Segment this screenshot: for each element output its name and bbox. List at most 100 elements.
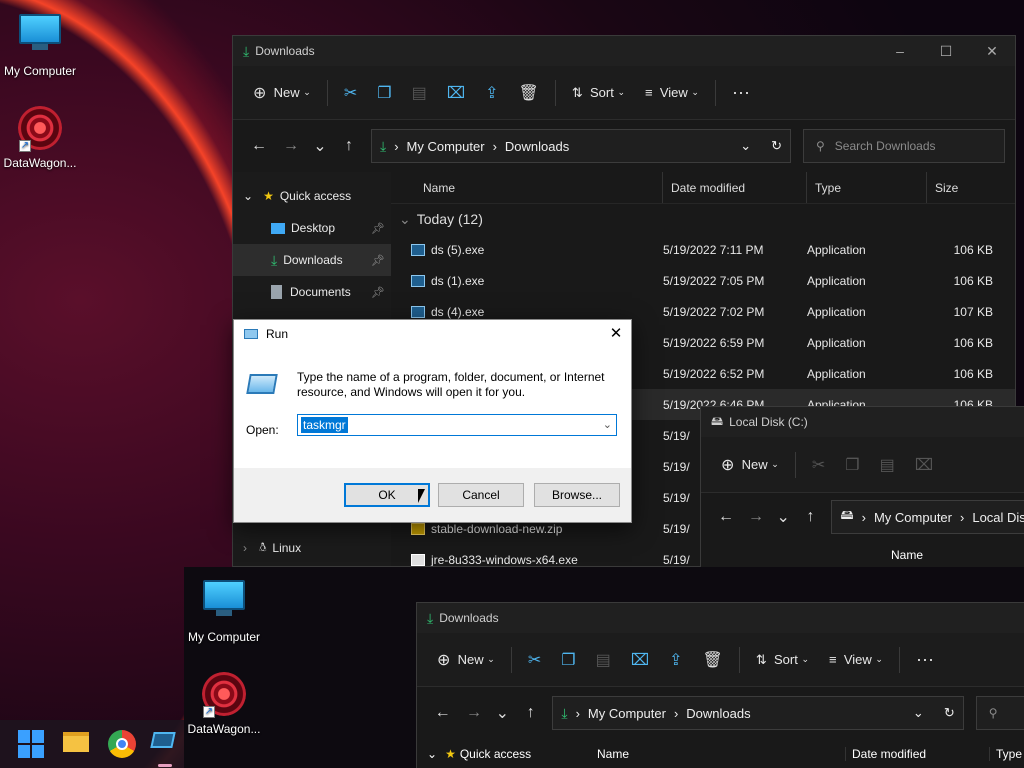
- copy-button[interactable]: ❐: [367, 76, 401, 110]
- breadcrumb-item[interactable]: Downloads: [686, 706, 750, 721]
- sidebar-item-documents[interactable]: Documents 📌︎: [233, 276, 391, 308]
- recent-chevron-icon[interactable]: ⌄: [490, 703, 515, 723]
- file-row[interactable]: ds (1).exe 5/19/2022 7:05 PM Application 10…: [391, 265, 1015, 296]
- open-combobox[interactable]: taskmgr ⌄: [297, 414, 617, 436]
- chevron-down-icon: ⌄: [243, 189, 254, 203]
- breadcrumb-item[interactable]: My Computer: [407, 139, 485, 154]
- new-label: New: [457, 652, 484, 667]
- up-arrow-icon[interactable]: ↑: [515, 704, 546, 722]
- rename-button[interactable]: ⌧: [621, 643, 659, 677]
- drive-icon: 🖴︎: [840, 507, 854, 522]
- mouse-cursor-icon: [418, 489, 425, 503]
- cut-button[interactable]: ✂: [518, 643, 551, 677]
- download-icon: ⤓: [380, 137, 387, 154]
- titlebar[interactable]: ⤓ Downloads: [417, 603, 1024, 633]
- paste-button[interactable]: ▤: [870, 448, 905, 482]
- search-input[interactable]: ⚲ Search Downloads: [803, 129, 1005, 163]
- titlebar[interactable]: ⤓ Downloads – ☐ ✕: [233, 36, 1015, 66]
- column-header-size[interactable]: Size: [927, 172, 997, 203]
- cut-button[interactable]: ✂: [334, 76, 367, 110]
- more-options-button[interactable]: ···: [722, 76, 760, 110]
- file-icon: [411, 305, 425, 318]
- close-icon[interactable]: ✕: [969, 36, 1015, 66]
- titlebar[interactable]: 🖴︎ Local Disk (C:): [701, 407, 1024, 437]
- breadcrumb-item[interactable]: My Computer: [588, 706, 666, 721]
- new-button[interactable]: ⊕ New ⌄: [243, 76, 321, 110]
- file-row[interactable]: ds (5).exe 5/19/2022 7:11 PM Application 10…: [391, 234, 1015, 265]
- datawagon-logo-icon: ↗: [17, 106, 63, 152]
- breadcrumb-item[interactable]: Local Dis: [972, 510, 1024, 525]
- share-button[interactable]: ⇪: [659, 643, 692, 677]
- desktop-icon-my-computer[interactable]: My Computer: [0, 10, 80, 78]
- forward-arrow-icon[interactable]: →: [275, 137, 307, 155]
- new-button[interactable]: ⊕ New ⌄: [711, 448, 789, 482]
- address-bar[interactable]: ⤓ › My Computer › Downloads ⌄ ↻: [371, 129, 791, 163]
- group-header-today[interactable]: ⌄ Today (12): [391, 204, 1015, 234]
- column-header-type[interactable]: Type: [807, 172, 927, 203]
- start-icon[interactable]: [18, 730, 46, 758]
- cut-button[interactable]: ✂: [802, 448, 835, 482]
- desktop-icon-datawagon[interactable]: ↗ DataWagon...: [0, 106, 80, 170]
- copy-button[interactable]: ❐: [551, 643, 585, 677]
- up-arrow-icon[interactable]: ↑: [333, 137, 365, 155]
- chevron-down-icon[interactable]: ⌄: [603, 418, 612, 431]
- sort-button[interactable]: ⇅ Sort ⌄: [746, 643, 819, 677]
- search-input[interactable]: ⚲: [975, 696, 1024, 730]
- view-button[interactable]: ≡ View ⌄: [635, 76, 709, 110]
- column-header-name[interactable]: Name: [391, 172, 663, 203]
- close-icon[interactable]: ✕: [601, 320, 631, 348]
- open-input[interactable]: taskmgr: [301, 417, 348, 433]
- rename-button[interactable]: ⌧: [437, 76, 475, 110]
- desktop-icon-datawagon-2[interactable]: ↗ DataWagon...: [184, 672, 264, 736]
- column-header-name[interactable]: Name: [597, 747, 845, 761]
- run-title: Run: [266, 327, 289, 341]
- minimize-icon[interactable]: –: [877, 36, 923, 66]
- recent-chevron-icon[interactable]: ⌄: [307, 136, 333, 156]
- back-arrow-icon[interactable]: ←: [243, 137, 275, 155]
- breadcrumb-item[interactable]: My Computer: [874, 510, 952, 525]
- run-titlebar[interactable]: Run ✕: [234, 320, 631, 348]
- desktop-icon-my-computer-2[interactable]: My Computer: [184, 576, 264, 644]
- paste-button[interactable]: ▤: [402, 76, 437, 110]
- view-button[interactable]: ≡ View ⌄: [819, 643, 893, 677]
- breadcrumb-item[interactable]: Downloads: [505, 139, 569, 154]
- address-bar[interactable]: 🖴︎ › My Computer › Local Dis: [831, 500, 1024, 534]
- sidebar-item-quick-access[interactable]: ⌄ ★ Quick access: [233, 180, 391, 212]
- forward-arrow-icon[interactable]: →: [458, 704, 489, 722]
- chrome-icon[interactable]: [108, 730, 136, 758]
- delete-button[interactable]: 🗑︎: [693, 643, 733, 677]
- file-explorer-icon[interactable]: [63, 732, 91, 760]
- rename-button[interactable]: ⌧: [905, 448, 943, 482]
- delete-button[interactable]: 🗑︎: [509, 76, 549, 110]
- sort-button[interactable]: ⇅ Sort ⌄: [562, 76, 635, 110]
- sidebar-item-desktop[interactable]: Desktop 📌︎: [233, 212, 391, 244]
- maximize-icon[interactable]: ☐: [923, 36, 969, 66]
- file-type: Application: [807, 273, 866, 288]
- share-button[interactable]: ⇪: [475, 76, 508, 110]
- browse-button[interactable]: Browse...: [534, 483, 620, 507]
- back-arrow-icon[interactable]: ←: [711, 508, 741, 526]
- sidebar-item-quick-access[interactable]: ⌄ ★ Quick access: [417, 747, 597, 761]
- address-bar[interactable]: ⤓ › My Computer › Downloads ⌄ ↻: [552, 696, 964, 730]
- download-icon: ⤓: [271, 251, 278, 268]
- chevron-down-icon[interactable]: ⌄: [913, 705, 924, 721]
- back-arrow-icon[interactable]: ←: [427, 704, 458, 722]
- column-header-date[interactable]: Date modified: [663, 172, 807, 203]
- more-options-button[interactable]: ···: [906, 643, 944, 677]
- cancel-button[interactable]: Cancel: [438, 483, 524, 507]
- paste-button[interactable]: ▤: [586, 643, 621, 677]
- column-header-date[interactable]: Date modified: [845, 747, 989, 761]
- sidebar-item-downloads[interactable]: ⤓ Downloads 📌︎: [233, 244, 391, 276]
- recent-chevron-icon[interactable]: ⌄: [771, 507, 795, 527]
- refresh-icon[interactable]: ↻: [771, 138, 782, 154]
- chevron-down-icon[interactable]: ⌄: [740, 138, 751, 154]
- run-icon[interactable]: [150, 732, 180, 760]
- up-arrow-icon[interactable]: ↑: [795, 508, 825, 526]
- column-header-type[interactable]: Type: [989, 747, 1022, 761]
- forward-arrow-icon[interactable]: →: [741, 508, 771, 526]
- sidebar-item-linux[interactable]: › 🐧︎ Linux: [233, 532, 391, 564]
- copy-button[interactable]: ❐: [835, 448, 869, 482]
- refresh-icon[interactable]: ↻: [944, 705, 955, 721]
- new-button[interactable]: ⊕ New ⌄: [427, 643, 505, 677]
- column-header-name[interactable]: Name: [701, 541, 1024, 567]
